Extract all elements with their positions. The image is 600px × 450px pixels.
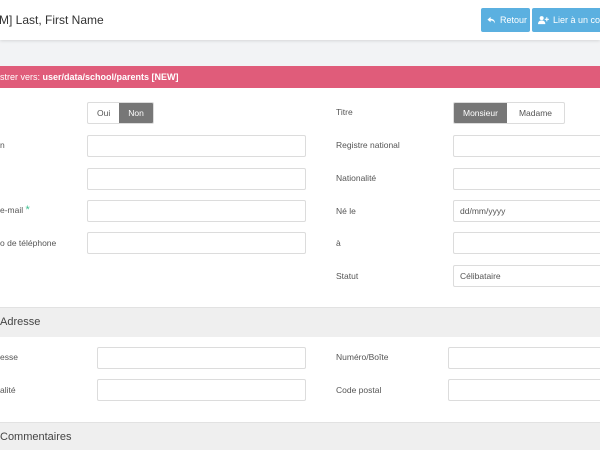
- postal-code-label: Code postal: [336, 385, 382, 395]
- locality-label: alité: [0, 385, 16, 395]
- name-input[interactable]: [87, 135, 306, 157]
- phone-label: o de téléphone: [0, 238, 57, 248]
- email-input[interactable]: [87, 200, 306, 222]
- address-section-title: Adresse: [0, 316, 41, 328]
- address-label: esse: [0, 352, 18, 362]
- birth-date-label: Né le: [336, 206, 356, 216]
- add-user-icon: [538, 16, 549, 25]
- yes-no-toggle: Oui Non: [87, 102, 154, 124]
- back-button-label: Retour: [500, 15, 528, 25]
- email-label-text: e-mail: [0, 205, 24, 215]
- top-bar: M] Last, First Name Retour Lier à un co: [0, 0, 600, 40]
- back-button[interactable]: Retour: [481, 8, 530, 32]
- phone-input[interactable]: [87, 232, 306, 254]
- name-label: n: [0, 140, 5, 150]
- link-contact-button[interactable]: Lier à un co: [532, 8, 600, 32]
- email-label: e-mail *: [0, 204, 30, 216]
- numero-input[interactable]: [448, 347, 600, 369]
- address-input[interactable]: [97, 347, 306, 369]
- comments-section-header: Commentaires: [0, 422, 600, 450]
- form-card: strer vers: user/data/school/parents [NE…: [0, 66, 600, 450]
- nationalite-label: Nationalité: [336, 173, 377, 183]
- save-path-banner: strer vers: user/data/school/parents [NE…: [0, 66, 600, 88]
- birth-date-input[interactable]: dd/mm/yyyy: [453, 200, 600, 222]
- nationalite-input[interactable]: [453, 168, 600, 190]
- page-title: M] Last, First Name: [0, 13, 104, 27]
- statut-select[interactable]: Célibataire: [453, 265, 600, 287]
- postal-code-input[interactable]: [448, 379, 600, 401]
- registre-input[interactable]: [453, 135, 600, 157]
- banner-prefix: strer vers:: [0, 72, 43, 82]
- numero-label: Numéro/Boîte: [336, 352, 389, 362]
- comments-section-title: Commentaires: [0, 431, 72, 443]
- birth-place-input[interactable]: [453, 232, 600, 254]
- locality-input[interactable]: [97, 379, 306, 401]
- banner-path: user/data/school/parents [NEW]: [42, 72, 179, 82]
- toggle-option-non[interactable]: Non: [119, 103, 153, 123]
- second-input[interactable]: [87, 168, 306, 190]
- toggle-option-oui[interactable]: Oui: [88, 103, 119, 123]
- address-section-header: Adresse: [0, 307, 600, 337]
- statut-label: Statut: [336, 271, 359, 281]
- birth-place-label: à: [336, 238, 341, 248]
- required-asterisk-icon: *: [25, 204, 30, 216]
- titre-option-madame[interactable]: Madame: [507, 103, 564, 123]
- registre-label: Registre national: [336, 140, 400, 150]
- titre-option-monsieur[interactable]: Monsieur: [454, 103, 507, 123]
- titre-label: Titre: [336, 107, 353, 117]
- titre-toggle: Monsieur Madame: [453, 102, 566, 124]
- undo-icon: [487, 16, 496, 24]
- link-contact-label: Lier à un co: [553, 15, 600, 25]
